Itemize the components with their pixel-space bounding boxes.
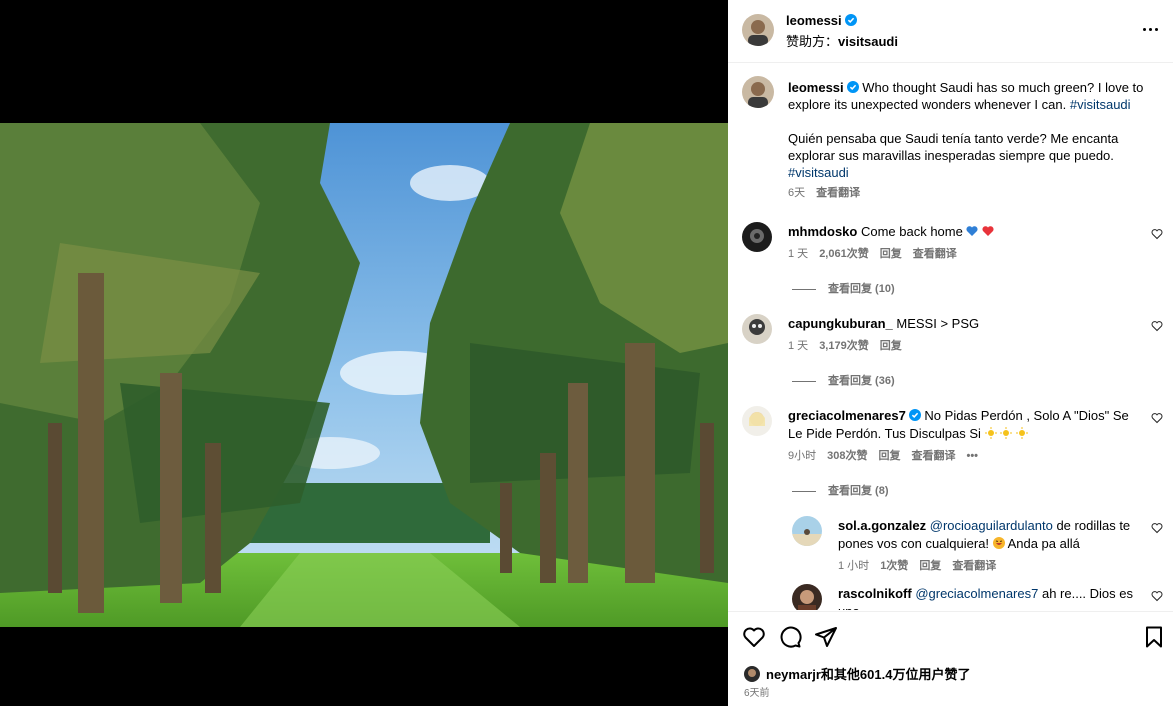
red-heart-emoji-icon bbox=[982, 226, 994, 236]
post-date[interactable]: 6天前 bbox=[744, 684, 770, 699]
sun-emoji-icon bbox=[1015, 427, 1028, 439]
share-send-icon[interactable] bbox=[814, 625, 838, 649]
more-options-icon[interactable] bbox=[1143, 20, 1159, 40]
sun-emoji-icon bbox=[1000, 427, 1013, 439]
author-username[interactable]: leomessi bbox=[786, 13, 842, 28]
like-comment-heart-icon[interactable] bbox=[1151, 412, 1163, 424]
replier-username[interactable]: rascolnikoff bbox=[838, 586, 912, 601]
comment-likes[interactable]: 2,061次赞 bbox=[819, 248, 869, 260]
replies-divider bbox=[792, 380, 816, 382]
media-pane bbox=[0, 0, 728, 706]
reply-button[interactable]: 回复 bbox=[880, 340, 902, 352]
comment-text: MESSI > PSG bbox=[896, 316, 980, 331]
comment-body: capungkuburan_ MESSI > PSG 1 天 3,179次赞 回复 bbox=[788, 315, 1133, 355]
blue-heart-emoji-icon bbox=[966, 226, 979, 236]
like-comment-heart-icon[interactable] bbox=[1151, 320, 1163, 332]
liked-by-summary[interactable]: neymarjr和其他601.4万位用户赞了 bbox=[744, 664, 970, 683]
commenter-avatar[interactable] bbox=[742, 314, 772, 344]
author-line: leomessi bbox=[786, 13, 857, 28]
liked-by-text: neymarjr和其他601.4万位用户赞了 bbox=[766, 667, 971, 682]
reply-body: sol.a.gonzalez @rocioaguilardulanto de r… bbox=[838, 517, 1138, 575]
verified-icon bbox=[908, 409, 921, 421]
comment-time[interactable]: 1 天 bbox=[788, 248, 808, 260]
view-replies-button[interactable]: 查看回复 (36) bbox=[792, 372, 895, 388]
caption-es-paragraph: Quién pensaba que Saudi tenía tanto verd… bbox=[788, 130, 1158, 181]
caption-meta: 6天 查看翻译 bbox=[788, 185, 1158, 202]
reply-button[interactable]: 回复 bbox=[878, 450, 900, 462]
caption-time[interactable]: 6天 bbox=[788, 187, 805, 199]
caption-author-avatar[interactable] bbox=[742, 76, 774, 108]
commenter-avatar[interactable] bbox=[742, 222, 772, 252]
author-avatar[interactable] bbox=[742, 14, 774, 46]
commenter-username[interactable]: mhmdosko bbox=[788, 224, 857, 239]
like-heart-icon[interactable] bbox=[742, 625, 766, 649]
app-root: leomessi 赞助方：visitsaudi leomessi Who tho… bbox=[0, 0, 1173, 706]
sponsored-label: 赞助方： bbox=[786, 34, 839, 49]
comment-more-options[interactable]: ••• bbox=[966, 450, 978, 462]
commenter-username[interactable]: capungkuburan_ bbox=[788, 316, 893, 331]
caption-text: leomessi Who thought Saudi has so much g… bbox=[788, 79, 1158, 202]
reply-button[interactable]: 回复 bbox=[919, 560, 941, 572]
replier-avatar[interactable] bbox=[792, 516, 822, 546]
see-translation-link[interactable]: 查看翻译 bbox=[816, 187, 860, 199]
laughing-emoji-icon bbox=[992, 537, 1005, 549]
replies-divider bbox=[792, 490, 816, 492]
post-actions-bar: neymarjr和其他601.4万位用户赞了 6天前 bbox=[728, 611, 1173, 706]
mention-link[interactable]: @rocioaguilardulanto bbox=[930, 518, 1053, 533]
replies-divider bbox=[792, 288, 816, 290]
commenter-username[interactable]: greciacolmenares7 bbox=[788, 408, 906, 423]
replier-username[interactable]: sol.a.gonzalez bbox=[838, 518, 926, 533]
comment-time[interactable]: 1 天 bbox=[788, 340, 808, 352]
comment-text: Come back home bbox=[860, 224, 963, 239]
like-comment-heart-icon[interactable] bbox=[1151, 590, 1163, 602]
view-replies-label: 查看回复 (10) bbox=[828, 283, 895, 295]
reply-body: rascolnikoff @greciacolmenares7 ah re...… bbox=[838, 585, 1138, 610]
post-detail-panel: leomessi 赞助方：visitsaudi leomessi Who tho… bbox=[728, 0, 1173, 706]
comment-likes[interactable]: 308次赞 bbox=[827, 450, 867, 462]
sponsor-link[interactable]: visitsaudi bbox=[838, 34, 898, 49]
comment-bubble-icon[interactable] bbox=[778, 625, 802, 649]
view-replies-label: 查看回复 (36) bbox=[828, 375, 895, 387]
liker-avatar bbox=[744, 666, 760, 682]
reply-button[interactable]: 回复 bbox=[880, 248, 902, 260]
comment-time[interactable]: 9小时 bbox=[788, 450, 816, 462]
reply-text-continued: Anda pa allá bbox=[1007, 536, 1080, 551]
verified-icon bbox=[846, 81, 859, 93]
caption-es: Quién pensaba que Saudi tenía tanto verd… bbox=[788, 131, 1119, 163]
view-replies-label: 查看回复 (8) bbox=[828, 485, 889, 497]
hashtag-link[interactable]: #visitsaudi bbox=[788, 165, 849, 180]
save-bookmark-icon[interactable] bbox=[1142, 625, 1166, 649]
commenter-avatar[interactable] bbox=[742, 406, 772, 436]
sun-emoji-icon bbox=[984, 427, 997, 439]
comment-body: greciacolmenares7 No Pidas Perdón , Solo… bbox=[788, 407, 1133, 465]
view-replies-button[interactable]: 查看回复 (10) bbox=[792, 280, 895, 296]
see-translation-link[interactable]: 查看翻译 bbox=[913, 248, 957, 260]
like-comment-heart-icon[interactable] bbox=[1151, 522, 1163, 534]
like-comment-heart-icon[interactable] bbox=[1151, 228, 1163, 240]
comment-body: mhmdosko Come back home 1 天 2,061次赞 回复 查看翻译 bbox=[788, 223, 1133, 263]
comments-scroll-area[interactable]: leomessi Who thought Saudi has so much g… bbox=[728, 64, 1173, 610]
post-photo[interactable] bbox=[0, 123, 728, 627]
comment-meta: 1 天 2,061次赞 回复 查看翻译 bbox=[788, 245, 1133, 263]
see-translation-link[interactable]: 查看翻译 bbox=[911, 450, 955, 462]
sponsor-line: 赞助方：visitsaudi bbox=[786, 31, 898, 50]
reply-likes[interactable]: 1次赞 bbox=[880, 560, 908, 572]
comment-meta: 1 天 3,179次赞 回复 bbox=[788, 337, 1133, 355]
hashtag-link[interactable]: #visitsaudi bbox=[1070, 97, 1131, 112]
verified-icon bbox=[844, 14, 857, 26]
hide-replies-button[interactable]: 查看回复 (8) bbox=[792, 482, 889, 498]
replier-avatar[interactable] bbox=[792, 584, 822, 610]
reply-time[interactable]: 1 小时 bbox=[838, 560, 869, 572]
comment-likes[interactable]: 3,179次赞 bbox=[819, 340, 869, 352]
see-translation-link[interactable]: 查看翻译 bbox=[952, 560, 996, 572]
mention-link[interactable]: @greciacolmenares7 bbox=[915, 586, 1038, 601]
reply-meta: 1 小时 1次赞 回复 查看翻译 bbox=[838, 557, 1138, 575]
post-header: leomessi 赞助方：visitsaudi bbox=[728, 0, 1173, 63]
comment-meta: 9小时 308次赞 回复 查看翻译 ••• bbox=[788, 447, 1133, 465]
caption-username[interactable]: leomessi bbox=[788, 80, 844, 95]
